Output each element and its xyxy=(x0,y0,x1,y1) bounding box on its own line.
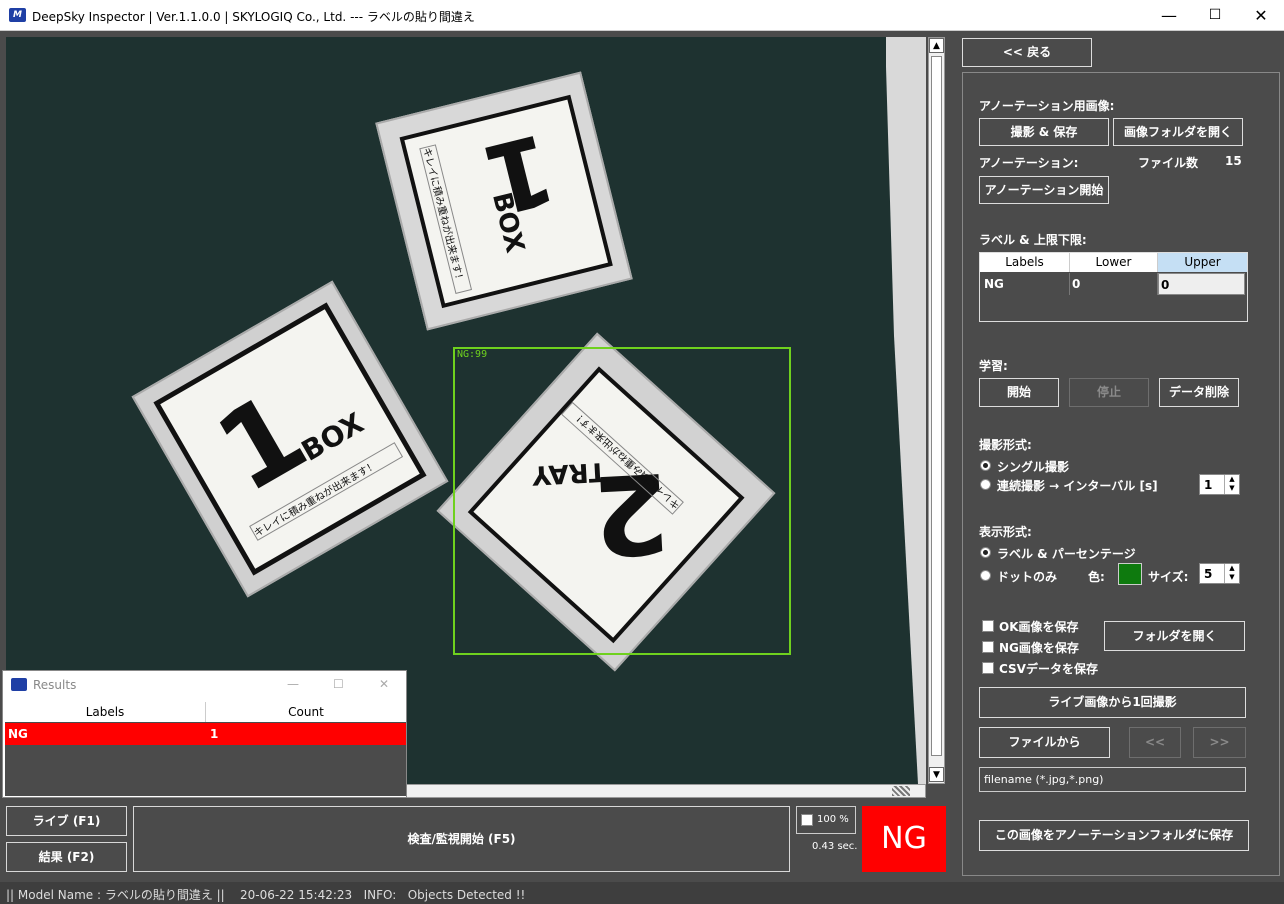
status-text: || Model Name : ラベルの貼り間違え || 20-06-22 15… xyxy=(6,888,526,902)
size-value: 5 xyxy=(1204,567,1213,581)
label-limits-label: ラベル & 上限下限: xyxy=(979,233,1087,247)
results-grid: Labels Count NG 1 xyxy=(5,702,406,796)
display-mode-label: 表示形式: xyxy=(979,525,1032,539)
grid-header-upper: Upper xyxy=(1158,253,1247,272)
box-label-paper: 1 BOX キレイに積み重ねが出来ます！ xyxy=(399,94,613,309)
scroll-up-icon[interactable]: ▲ xyxy=(929,38,944,53)
save-ng-checkbox[interactable] xyxy=(982,641,994,653)
minimize-button[interactable]: — xyxy=(1146,0,1192,31)
resize-grip-icon[interactable] xyxy=(892,786,910,796)
color-label: 色: xyxy=(1088,570,1105,584)
annotation-label: アノーテーション: xyxy=(979,156,1079,170)
label-percentage-label: ラベル & パーセンテージ xyxy=(997,547,1136,561)
live-button[interactable]: ライブ (F1) xyxy=(6,806,127,836)
single-capture-radio[interactable] xyxy=(980,460,991,471)
file-count-value: 15 xyxy=(1225,154,1242,168)
file-count-label: ファイル数 xyxy=(1138,156,1199,170)
detection-box: NG:99 xyxy=(453,347,791,655)
detection-label: NG:99 xyxy=(457,349,488,360)
open-folder-button[interactable]: フォルダを開く xyxy=(1104,621,1245,651)
results-minimize-button[interactable]: — xyxy=(287,677,299,691)
zoom-toggle[interactable]: 100 % xyxy=(796,806,856,834)
label-limits-grid[interactable]: Labels Lower Upper NG 0 0 xyxy=(979,252,1248,322)
window-title: DeepSky Inspector | Ver.1.1.0.0 | SKYLOG… xyxy=(32,10,475,24)
interval-stepper[interactable]: 1 ▲ ▼ xyxy=(1199,474,1240,495)
process-time: 0.43 sec. xyxy=(812,841,858,852)
capture-once-button[interactable]: ライブ画像から1回撮影 xyxy=(979,687,1246,718)
interval-value: 1 xyxy=(1204,478,1213,492)
save-ng-label: NG画像を保存 xyxy=(999,641,1079,655)
dot-only-radio[interactable] xyxy=(980,570,991,581)
prev-file-button[interactable]: << xyxy=(1129,727,1181,758)
maximize-button[interactable]: ☐ xyxy=(1192,0,1238,31)
back-button[interactable]: << 戻る xyxy=(962,38,1092,67)
learning-label: 学習: xyxy=(979,359,1008,373)
capture-save-button[interactable]: 撮影 & 保存 xyxy=(979,118,1109,146)
title-bar: M DeepSky Inspector | Ver.1.1.0.0 | SKYL… xyxy=(0,0,1284,31)
table-row[interactable]: NG 1 xyxy=(5,723,406,745)
continuous-capture-radio[interactable] xyxy=(980,479,991,490)
single-capture-label: シングル撮影 xyxy=(997,460,1070,474)
box-caption: キレイに積み重ねが出来ます！ xyxy=(419,144,473,294)
grid-cell-lower[interactable]: 0 xyxy=(1070,273,1158,295)
box-left: 1 BOX キレイに積み重ねが出来ます！ xyxy=(131,280,449,598)
results-cell-label: NG xyxy=(8,727,28,741)
label-percentage-radio[interactable] xyxy=(980,547,991,558)
grid-cell-label[interactable]: NG xyxy=(980,273,1070,295)
result-button[interactable]: 結果 (F2) xyxy=(6,842,127,872)
vertical-scrollbar[interactable]: ▲ ▼ xyxy=(928,37,945,784)
save-csv-checkbox[interactable] xyxy=(982,662,994,674)
results-column-labels: Labels xyxy=(5,702,206,722)
verdict-display: NG xyxy=(862,806,946,872)
continuous-capture-label: 連続撮影 → インターバル [s] xyxy=(997,479,1158,493)
status-bar: || Model Name : ラベルの貼り間違え || 20-06-22 15… xyxy=(0,882,1284,904)
stepper-arrows-icon[interactable]: ▲ ▼ xyxy=(1224,564,1239,583)
results-logo-icon xyxy=(11,678,27,691)
app-logo-icon: M xyxy=(9,8,26,22)
results-title: Results xyxy=(33,678,77,692)
box-top: 1 BOX キレイに積み重ねが出来ます！ xyxy=(375,71,633,331)
save-to-annotation-button[interactable]: この画像をアノーテーションフォルダに保存 xyxy=(979,820,1249,851)
filename-field[interactable]: filename (*.jpg,*.png) xyxy=(979,767,1246,792)
save-ok-checkbox[interactable] xyxy=(982,620,994,632)
size-stepper[interactable]: 5 ▲ ▼ xyxy=(1199,563,1240,584)
results-close-button[interactable]: ✕ xyxy=(379,677,389,691)
board-edge xyxy=(886,37,926,784)
from-file-button[interactable]: ファイルから xyxy=(979,727,1110,758)
results-maximize-button[interactable]: ☐ xyxy=(333,677,344,691)
grid-cell-upper[interactable]: 0 xyxy=(1158,273,1245,295)
delete-data-button[interactable]: データ削除 xyxy=(1159,378,1239,407)
scroll-down-icon[interactable]: ▼ xyxy=(929,767,944,782)
capture-mode-label: 撮影形式: xyxy=(979,438,1032,452)
annotation-image-label: アノーテーション用画像: xyxy=(979,99,1115,113)
grid-header-labels: Labels xyxy=(980,253,1070,272)
scroll-thumb[interactable] xyxy=(931,56,942,756)
open-image-folder-button[interactable]: 画像フォルダを開く xyxy=(1113,118,1243,146)
size-label: サイズ: xyxy=(1148,570,1189,584)
results-window: Results — ☐ ✕ Labels Count NG 1 xyxy=(2,670,407,798)
annotation-start-button[interactable]: アノーテーション開始 xyxy=(979,176,1109,204)
dot-only-label: ドットのみ xyxy=(997,570,1058,584)
results-column-count: Count xyxy=(206,702,406,722)
save-csv-label: CSVデータを保存 xyxy=(999,662,1098,676)
box-label-paper: 1 BOX キレイに積み重ねが出来ます！ xyxy=(153,302,427,576)
zoom-label: 100 % xyxy=(817,814,849,825)
next-file-button[interactable]: >> xyxy=(1193,727,1246,758)
inspect-start-button[interactable]: 検査/監視開始 (F5) xyxy=(133,806,790,872)
grid-header-lower: Lower xyxy=(1070,253,1158,272)
stepper-arrows-icon[interactable]: ▲ ▼ xyxy=(1224,475,1239,494)
save-ok-label: OK画像を保存 xyxy=(999,620,1079,634)
stop-learning-button[interactable]: 停止 xyxy=(1069,378,1149,407)
dot-color-swatch[interactable] xyxy=(1118,563,1142,585)
results-cell-count: 1 xyxy=(210,727,219,741)
start-learning-button[interactable]: 開始 xyxy=(979,378,1059,407)
box-word: BOX xyxy=(295,406,370,468)
close-button[interactable]: ✕ xyxy=(1238,0,1284,31)
zoom-checkbox[interactable] xyxy=(801,814,813,826)
